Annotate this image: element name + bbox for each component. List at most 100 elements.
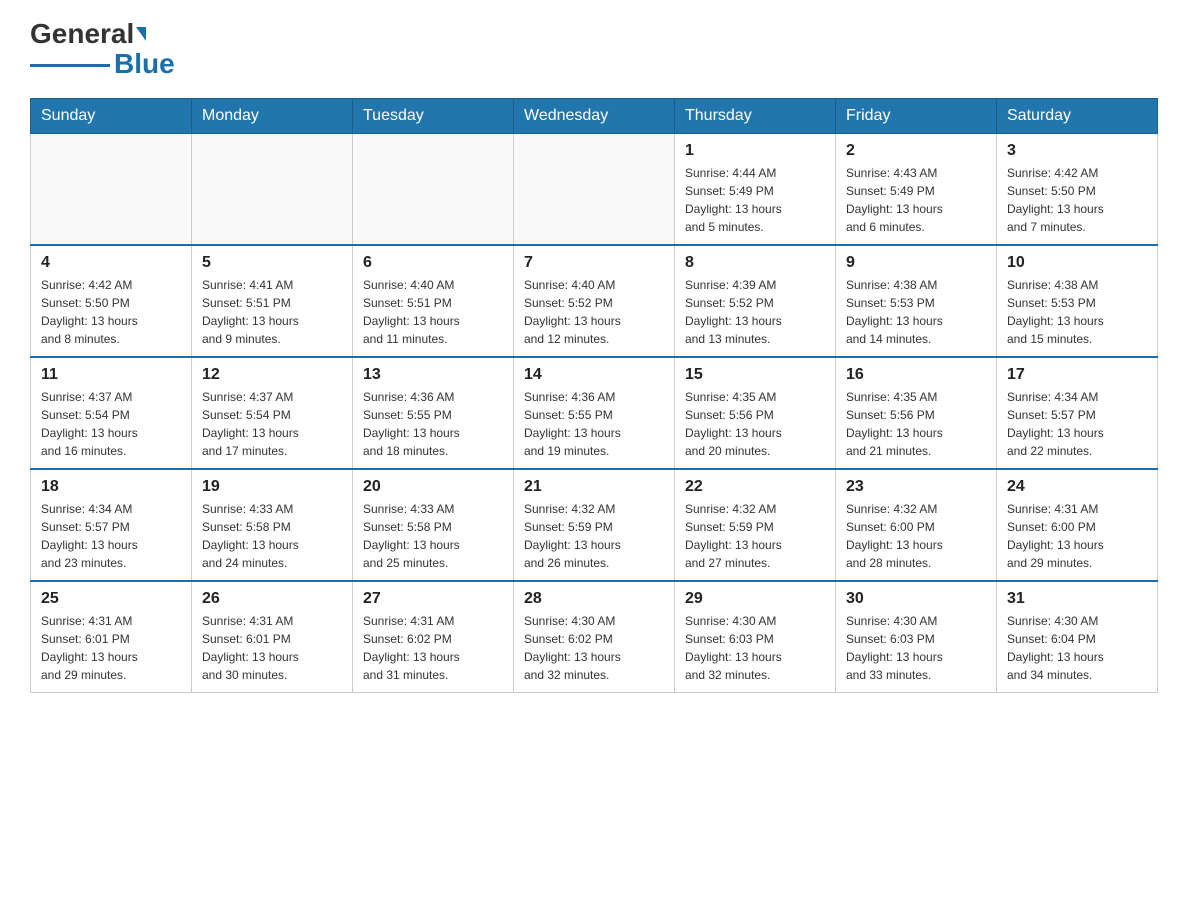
logo-line bbox=[30, 64, 110, 67]
day-info: Sunrise: 4:34 AM Sunset: 5:57 PM Dayligh… bbox=[41, 500, 181, 572]
day-number: 19 bbox=[202, 478, 342, 496]
day-number: 13 bbox=[363, 366, 503, 384]
logo-triangle-icon bbox=[136, 27, 146, 41]
calendar-cell: 28Sunrise: 4:30 AM Sunset: 6:02 PM Dayli… bbox=[514, 581, 675, 693]
header-day-saturday: Saturday bbox=[997, 99, 1158, 134]
calendar-cell: 23Sunrise: 4:32 AM Sunset: 6:00 PM Dayli… bbox=[836, 469, 997, 581]
day-info: Sunrise: 4:33 AM Sunset: 5:58 PM Dayligh… bbox=[202, 500, 342, 572]
day-info: Sunrise: 4:33 AM Sunset: 5:58 PM Dayligh… bbox=[363, 500, 503, 572]
day-number: 29 bbox=[685, 590, 825, 608]
day-info: Sunrise: 4:30 AM Sunset: 6:03 PM Dayligh… bbox=[846, 612, 986, 684]
day-number: 21 bbox=[524, 478, 664, 496]
day-number: 22 bbox=[685, 478, 825, 496]
day-number: 5 bbox=[202, 254, 342, 272]
calendar-cell: 27Sunrise: 4:31 AM Sunset: 6:02 PM Dayli… bbox=[353, 581, 514, 693]
day-number: 8 bbox=[685, 254, 825, 272]
day-info: Sunrise: 4:31 AM Sunset: 6:00 PM Dayligh… bbox=[1007, 500, 1147, 572]
day-info: Sunrise: 4:41 AM Sunset: 5:51 PM Dayligh… bbox=[202, 276, 342, 348]
calendar-cell bbox=[192, 134, 353, 246]
day-number: 25 bbox=[41, 590, 181, 608]
calendar-cell: 18 Sunrise: 4:34 AM Sunset: 5:57 PM Dayli… bbox=[31, 469, 192, 581]
calendar-cell: 4 Sunrise: 4:42 AM Sunset: 5:50 PM Daylig… bbox=[31, 245, 192, 357]
week-row-2: 4 Sunrise: 4:42 AM Sunset: 5:50 PM Daylig… bbox=[31, 245, 1158, 357]
day-info: Sunrise: 4:37 AM Sunset: 5:54 PM Dayligh… bbox=[202, 388, 342, 460]
day-number: 9 bbox=[846, 254, 986, 272]
day-info: Sunrise: 4:42 AM Sunset: 5:50 PM Dayligh… bbox=[41, 276, 181, 348]
calendar-cell: 29 Sunrise: 4:30 AM Sunset: 6:03 PM Dayli… bbox=[675, 581, 836, 693]
day-info: Sunrise: 4:30 AM Sunset: 6:04 PM Dayligh… bbox=[1007, 612, 1147, 684]
calendar-cell: 22 Sunrise: 4:32 AM Sunset: 5:59 PM Dayli… bbox=[675, 469, 836, 581]
calendar-cell: 11Sunrise: 4:37 AM Sunset: 5:54 PM Dayli… bbox=[31, 357, 192, 469]
day-number: 15 bbox=[685, 366, 825, 384]
calendar-header-row: SundayMondayTuesdayWednesdayThursdayFrid… bbox=[31, 99, 1158, 134]
calendar-cell: 13 Sunrise: 4:36 AM Sunset: 5:55 PM Dayli… bbox=[353, 357, 514, 469]
calendar-cell: 16 Sunrise: 4:35 AM Sunset: 5:56 PM Dayli… bbox=[836, 357, 997, 469]
day-info: Sunrise: 4:38 AM Sunset: 5:53 PM Dayligh… bbox=[1007, 276, 1147, 348]
calendar-cell: 24 Sunrise: 4:31 AM Sunset: 6:00 PM Dayli… bbox=[997, 469, 1158, 581]
calendar-cell: 15 Sunrise: 4:35 AM Sunset: 5:56 PM Dayli… bbox=[675, 357, 836, 469]
calendar-cell: 7 Sunrise: 4:40 AM Sunset: 5:52 PM Daylig… bbox=[514, 245, 675, 357]
day-info: Sunrise: 4:40 AM Sunset: 5:51 PM Dayligh… bbox=[363, 276, 503, 348]
day-info: Sunrise: 4:42 AM Sunset: 5:50 PM Dayligh… bbox=[1007, 164, 1147, 236]
week-row-5: 25 Sunrise: 4:31 AM Sunset: 6:01 PM Dayli… bbox=[31, 581, 1158, 693]
calendar-cell: 9 Sunrise: 4:38 AM Sunset: 5:53 PM Daylig… bbox=[836, 245, 997, 357]
calendar-cell: 19 Sunrise: 4:33 AM Sunset: 5:58 PM Dayli… bbox=[192, 469, 353, 581]
header-day-thursday: Thursday bbox=[675, 99, 836, 134]
day-info: Sunrise: 4:35 AM Sunset: 5:56 PM Dayligh… bbox=[685, 388, 825, 460]
calendar-cell: 5 Sunrise: 4:41 AM Sunset: 5:51 PM Daylig… bbox=[192, 245, 353, 357]
day-info: Sunrise: 4:32 AM Sunset: 6:00 PM Dayligh… bbox=[846, 500, 986, 572]
day-info: Sunrise: 4:40 AM Sunset: 5:52 PM Dayligh… bbox=[524, 276, 664, 348]
header-day-friday: Friday bbox=[836, 99, 997, 134]
calendar-cell: 14 Sunrise: 4:36 AM Sunset: 5:55 PM Dayli… bbox=[514, 357, 675, 469]
day-number: 4 bbox=[41, 254, 181, 272]
day-info: Sunrise: 4:30 AM Sunset: 6:03 PM Dayligh… bbox=[685, 612, 825, 684]
day-info: Sunrise: 4:35 AM Sunset: 5:56 PM Dayligh… bbox=[846, 388, 986, 460]
day-number: 3 bbox=[1007, 142, 1147, 160]
day-number: 20 bbox=[363, 478, 503, 496]
calendar-cell: 1Sunrise: 4:44 AM Sunset: 5:49 PM Daylig… bbox=[675, 134, 836, 246]
header-day-wednesday: Wednesday bbox=[514, 99, 675, 134]
day-number: 24 bbox=[1007, 478, 1147, 496]
calendar-cell bbox=[31, 134, 192, 246]
day-number: 7 bbox=[524, 254, 664, 272]
day-number: 28 bbox=[524, 590, 664, 608]
calendar-table: SundayMondayTuesdayWednesdayThursdayFrid… bbox=[30, 98, 1158, 693]
header: General Blue bbox=[30, 20, 1158, 78]
day-number: 12 bbox=[202, 366, 342, 384]
day-info: Sunrise: 4:31 AM Sunset: 6:02 PM Dayligh… bbox=[363, 612, 503, 684]
calendar-cell bbox=[353, 134, 514, 246]
calendar-cell: 30 Sunrise: 4:30 AM Sunset: 6:03 PM Dayli… bbox=[836, 581, 997, 693]
day-info: Sunrise: 4:32 AM Sunset: 5:59 PM Dayligh… bbox=[524, 500, 664, 572]
week-row-4: 18 Sunrise: 4:34 AM Sunset: 5:57 PM Dayli… bbox=[31, 469, 1158, 581]
day-info: Sunrise: 4:31 AM Sunset: 6:01 PM Dayligh… bbox=[41, 612, 181, 684]
day-info: Sunrise: 4:36 AM Sunset: 5:55 PM Dayligh… bbox=[363, 388, 503, 460]
day-info: Sunrise: 4:34 AM Sunset: 5:57 PM Dayligh… bbox=[1007, 388, 1147, 460]
day-number: 10 bbox=[1007, 254, 1147, 272]
day-info: Sunrise: 4:36 AM Sunset: 5:55 PM Dayligh… bbox=[524, 388, 664, 460]
day-number: 18 bbox=[41, 478, 181, 496]
calendar-cell: 26 Sunrise: 4:31 AM Sunset: 6:01 PM Dayli… bbox=[192, 581, 353, 693]
day-info: Sunrise: 4:38 AM Sunset: 5:53 PM Dayligh… bbox=[846, 276, 986, 348]
day-number: 30 bbox=[846, 590, 986, 608]
header-day-monday: Monday bbox=[192, 99, 353, 134]
day-number: 16 bbox=[846, 366, 986, 384]
calendar-cell: 31Sunrise: 4:30 AM Sunset: 6:04 PM Dayli… bbox=[997, 581, 1158, 693]
calendar-cell: 25 Sunrise: 4:31 AM Sunset: 6:01 PM Dayli… bbox=[31, 581, 192, 693]
week-row-3: 11Sunrise: 4:37 AM Sunset: 5:54 PM Dayli… bbox=[31, 357, 1158, 469]
header-day-tuesday: Tuesday bbox=[353, 99, 514, 134]
day-number: 14 bbox=[524, 366, 664, 384]
calendar-cell: 12 Sunrise: 4:37 AM Sunset: 5:54 PM Dayli… bbox=[192, 357, 353, 469]
logo-text-blue: Blue bbox=[114, 50, 175, 78]
calendar-cell: 3 Sunrise: 4:42 AM Sunset: 5:50 PM Daylig… bbox=[997, 134, 1158, 246]
calendar-cell: 10 Sunrise: 4:38 AM Sunset: 5:53 PM Dayli… bbox=[997, 245, 1158, 357]
calendar-cell: 2 Sunrise: 4:43 AM Sunset: 5:49 PM Daylig… bbox=[836, 134, 997, 246]
day-number: 2 bbox=[846, 142, 986, 160]
day-info: Sunrise: 4:43 AM Sunset: 5:49 PM Dayligh… bbox=[846, 164, 986, 236]
day-info: Sunrise: 4:31 AM Sunset: 6:01 PM Dayligh… bbox=[202, 612, 342, 684]
day-info: Sunrise: 4:37 AM Sunset: 5:54 PM Dayligh… bbox=[41, 388, 181, 460]
day-number: 17 bbox=[1007, 366, 1147, 384]
week-row-1: 1Sunrise: 4:44 AM Sunset: 5:49 PM Daylig… bbox=[31, 134, 1158, 246]
day-info: Sunrise: 4:32 AM Sunset: 5:59 PM Dayligh… bbox=[685, 500, 825, 572]
day-info: Sunrise: 4:39 AM Sunset: 5:52 PM Dayligh… bbox=[685, 276, 825, 348]
day-number: 26 bbox=[202, 590, 342, 608]
